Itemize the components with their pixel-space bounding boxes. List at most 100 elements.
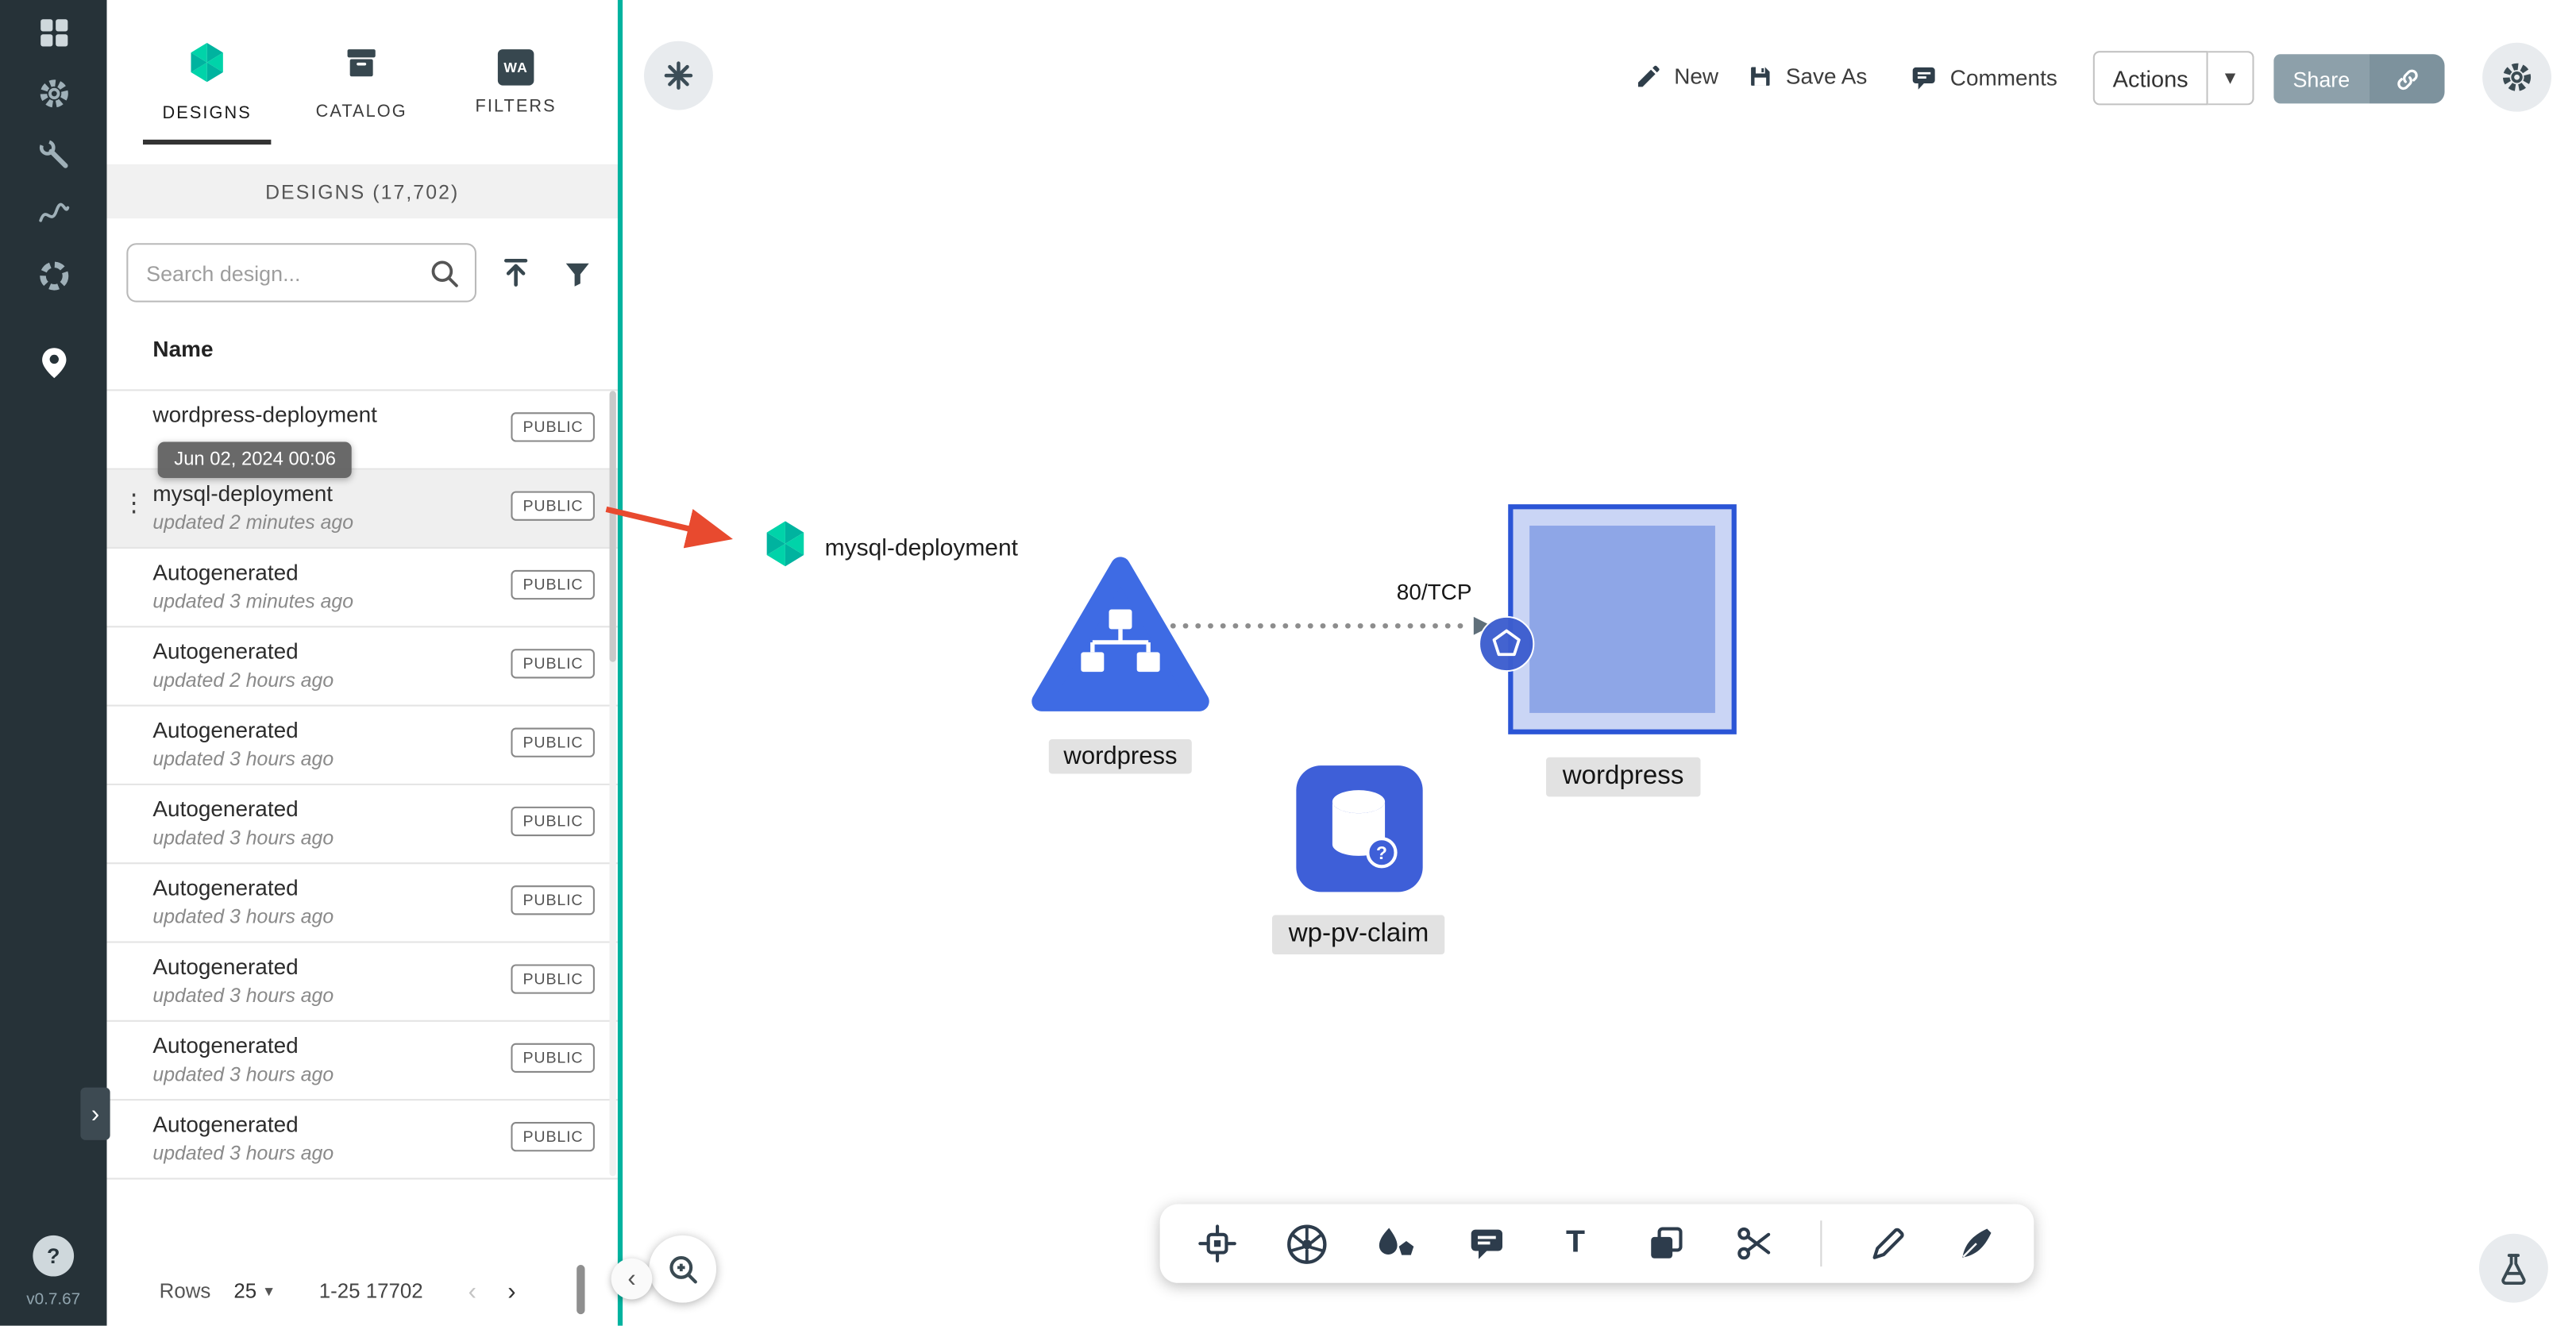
node-label-wordpress-service: wordpress bbox=[1546, 757, 1701, 797]
import-design-button[interactable] bbox=[495, 252, 538, 295]
curve-icon[interactable] bbox=[21, 186, 87, 243]
design-row[interactable]: Autogenerated updated 3 hours ago PUBLIC bbox=[106, 943, 618, 1022]
kanvas-pin-icon[interactable] bbox=[21, 333, 87, 391]
design-row[interactable]: Autogenerated updated 2 hours ago PUBLIC bbox=[106, 627, 618, 707]
toolbox-icon[interactable] bbox=[21, 125, 87, 182]
kubernetes-tool-button[interactable] bbox=[1282, 1219, 1332, 1268]
node-label-wp-pv-claim: wp-pv-claim bbox=[1272, 915, 1445, 955]
row-menu-icon[interactable]: ⋮ bbox=[121, 491, 146, 516]
designs-count-header: DESIGNS (17,702) bbox=[106, 164, 618, 219]
actions-dropdown-button[interactable]: ▼ bbox=[2208, 51, 2254, 106]
zoom-in-button[interactable] bbox=[649, 1235, 717, 1303]
dock-divider bbox=[1819, 1220, 1822, 1267]
wasm-filters-icon: WA bbox=[497, 48, 534, 85]
scissors-tool-button[interactable] bbox=[1730, 1219, 1780, 1268]
tab-catalog[interactable]: CATALOG bbox=[304, 43, 419, 121]
node-label-wordpress-deployment: wordpress bbox=[1048, 739, 1193, 774]
meshery-logo-icon bbox=[761, 519, 810, 576]
pencil-icon bbox=[1637, 65, 1660, 87]
node-wordpress-service-selected[interactable] bbox=[1508, 504, 1737, 734]
scrollbar-thumb[interactable] bbox=[577, 1265, 585, 1315]
comments-button[interactable]: Comments bbox=[1909, 63, 2057, 92]
design-row[interactable]: Autogenerated updated 3 hours ago PUBLIC bbox=[106, 707, 618, 785]
component-tool-button[interactable] bbox=[1193, 1219, 1242, 1268]
text-tool-button[interactable]: T bbox=[1551, 1219, 1600, 1268]
canvas-settings-button[interactable] bbox=[2482, 42, 2552, 112]
node-mysql-deployment[interactable]: mysql-deployment bbox=[761, 519, 1018, 576]
tab-catalog-label: CATALOG bbox=[315, 102, 407, 122]
visibility-badge: PUBLIC bbox=[511, 1043, 595, 1073]
validator-flask-button[interactable] bbox=[2478, 1233, 2548, 1303]
name-column-header: Name bbox=[152, 337, 214, 362]
previous-page-button[interactable]: ‹ bbox=[453, 1271, 492, 1311]
copy-tool-button[interactable] bbox=[1641, 1219, 1690, 1268]
tab-filters[interactable]: WA FILTERS bbox=[458, 48, 573, 116]
flask-icon bbox=[2501, 1254, 2526, 1286]
share-button[interactable]: Share bbox=[2273, 54, 2370, 104]
node-wordpress-deployment[interactable] bbox=[1030, 553, 1211, 719]
meshery-logo-icon bbox=[186, 41, 229, 92]
search-box bbox=[126, 243, 477, 303]
design-row[interactable]: ⋮ mysql-deployment updated 2 minutes ago… bbox=[106, 469, 618, 549]
visibility-badge: PUBLIC bbox=[511, 806, 595, 837]
segments-icon[interactable] bbox=[21, 246, 87, 303]
comment-tool-button[interactable] bbox=[1461, 1219, 1510, 1268]
filter-designs-button[interactable] bbox=[556, 252, 599, 295]
asterisk-icon bbox=[664, 61, 693, 90]
zoom-in-icon bbox=[669, 1255, 696, 1283]
settings-gear-icon[interactable] bbox=[21, 64, 87, 121]
pencil-tool-button[interactable] bbox=[1862, 1219, 1911, 1268]
pen-tool-button[interactable] bbox=[1952, 1219, 2001, 1268]
save-icon bbox=[1751, 67, 1770, 86]
next-page-button[interactable]: › bbox=[492, 1271, 532, 1311]
updated-date-tooltip: Jun 02, 2024 00:06 bbox=[157, 441, 353, 479]
save-as-button[interactable]: Save As bbox=[1746, 63, 1867, 91]
actions-button[interactable]: Actions bbox=[2092, 51, 2208, 106]
search-design-input[interactable] bbox=[128, 245, 476, 301]
search-row bbox=[106, 218, 617, 320]
design-row[interactable]: Autogenerated updated 3 minutes ago PUBL… bbox=[106, 549, 618, 628]
catalog-archive-icon bbox=[341, 43, 381, 91]
canvas-tool-dock: T bbox=[1159, 1204, 2034, 1283]
tab-designs-label: DESIGNS bbox=[162, 103, 252, 124]
design-row[interactable]: Autogenerated updated 3 hours ago PUBLIC bbox=[106, 864, 618, 943]
search-icon bbox=[427, 256, 464, 301]
visibility-badge: PUBLIC bbox=[511, 885, 595, 915]
tab-filters-label: FILTERS bbox=[475, 96, 557, 116]
tab-designs[interactable]: DESIGNS bbox=[142, 41, 272, 145]
collapse-panel-button[interactable]: ‹ bbox=[611, 1258, 653, 1300]
deployment-triangle-icon bbox=[1032, 557, 1209, 711]
panel-canvas-divider bbox=[617, 0, 623, 1326]
dashboard-icon[interactable] bbox=[21, 3, 87, 60]
chevron-down-icon: ▼ bbox=[2221, 67, 2239, 88]
design-row[interactable]: Autogenerated updated 3 hours ago PUBLIC bbox=[106, 785, 618, 865]
actions-split-button: Actions ▼ bbox=[2092, 51, 2254, 106]
app-window: ? v0.7.67 › DESIGNS CATALOG WA FILTERS D… bbox=[0, 0, 2576, 1326]
save-as-label: Save As bbox=[1785, 64, 1868, 89]
rows-per-page-select[interactable]: 25 ▾ bbox=[233, 1280, 273, 1303]
pagination-range: 1-25 17702 bbox=[318, 1279, 423, 1303]
sidebar-expand-handle[interactable]: › bbox=[80, 1087, 110, 1140]
shapes-tool-button[interactable] bbox=[1372, 1219, 1421, 1268]
visibility-badge: PUBLIC bbox=[511, 1122, 595, 1152]
visibility-badge: PUBLIC bbox=[511, 964, 595, 994]
new-button[interactable]: New bbox=[1635, 63, 1719, 91]
node-wp-pv-claim[interactable]: ? bbox=[1296, 765, 1423, 892]
design-row[interactable]: Autogenerated updated 3 hours ago PUBLIC bbox=[106, 1022, 618, 1101]
visibility-badge: PUBLIC bbox=[511, 412, 595, 442]
list-scrollbar-thumb[interactable] bbox=[609, 391, 616, 662]
visibility-badge: PUBLIC bbox=[511, 727, 595, 757]
design-row[interactable]: Autogenerated updated 3 hours ago PUBLIC bbox=[106, 1101, 618, 1180]
comment-icon bbox=[1470, 1229, 1502, 1259]
node-body bbox=[1529, 526, 1715, 713]
upload-icon bbox=[504, 258, 528, 287]
new-label: New bbox=[1674, 64, 1719, 89]
funnel-icon bbox=[565, 262, 588, 286]
pagination-footer: Rows 25 ▾ 1-25 17702 ‹ › bbox=[106, 1257, 617, 1326]
chevron-down-icon: ▾ bbox=[264, 1282, 273, 1301]
canvas-menu-button[interactable] bbox=[644, 40, 713, 110]
visibility-badge: PUBLIC bbox=[511, 649, 595, 679]
comments-label: Comments bbox=[1949, 64, 2057, 90]
help-button[interactable]: ? bbox=[33, 1235, 75, 1277]
copy-link-button[interactable] bbox=[2369, 54, 2445, 104]
